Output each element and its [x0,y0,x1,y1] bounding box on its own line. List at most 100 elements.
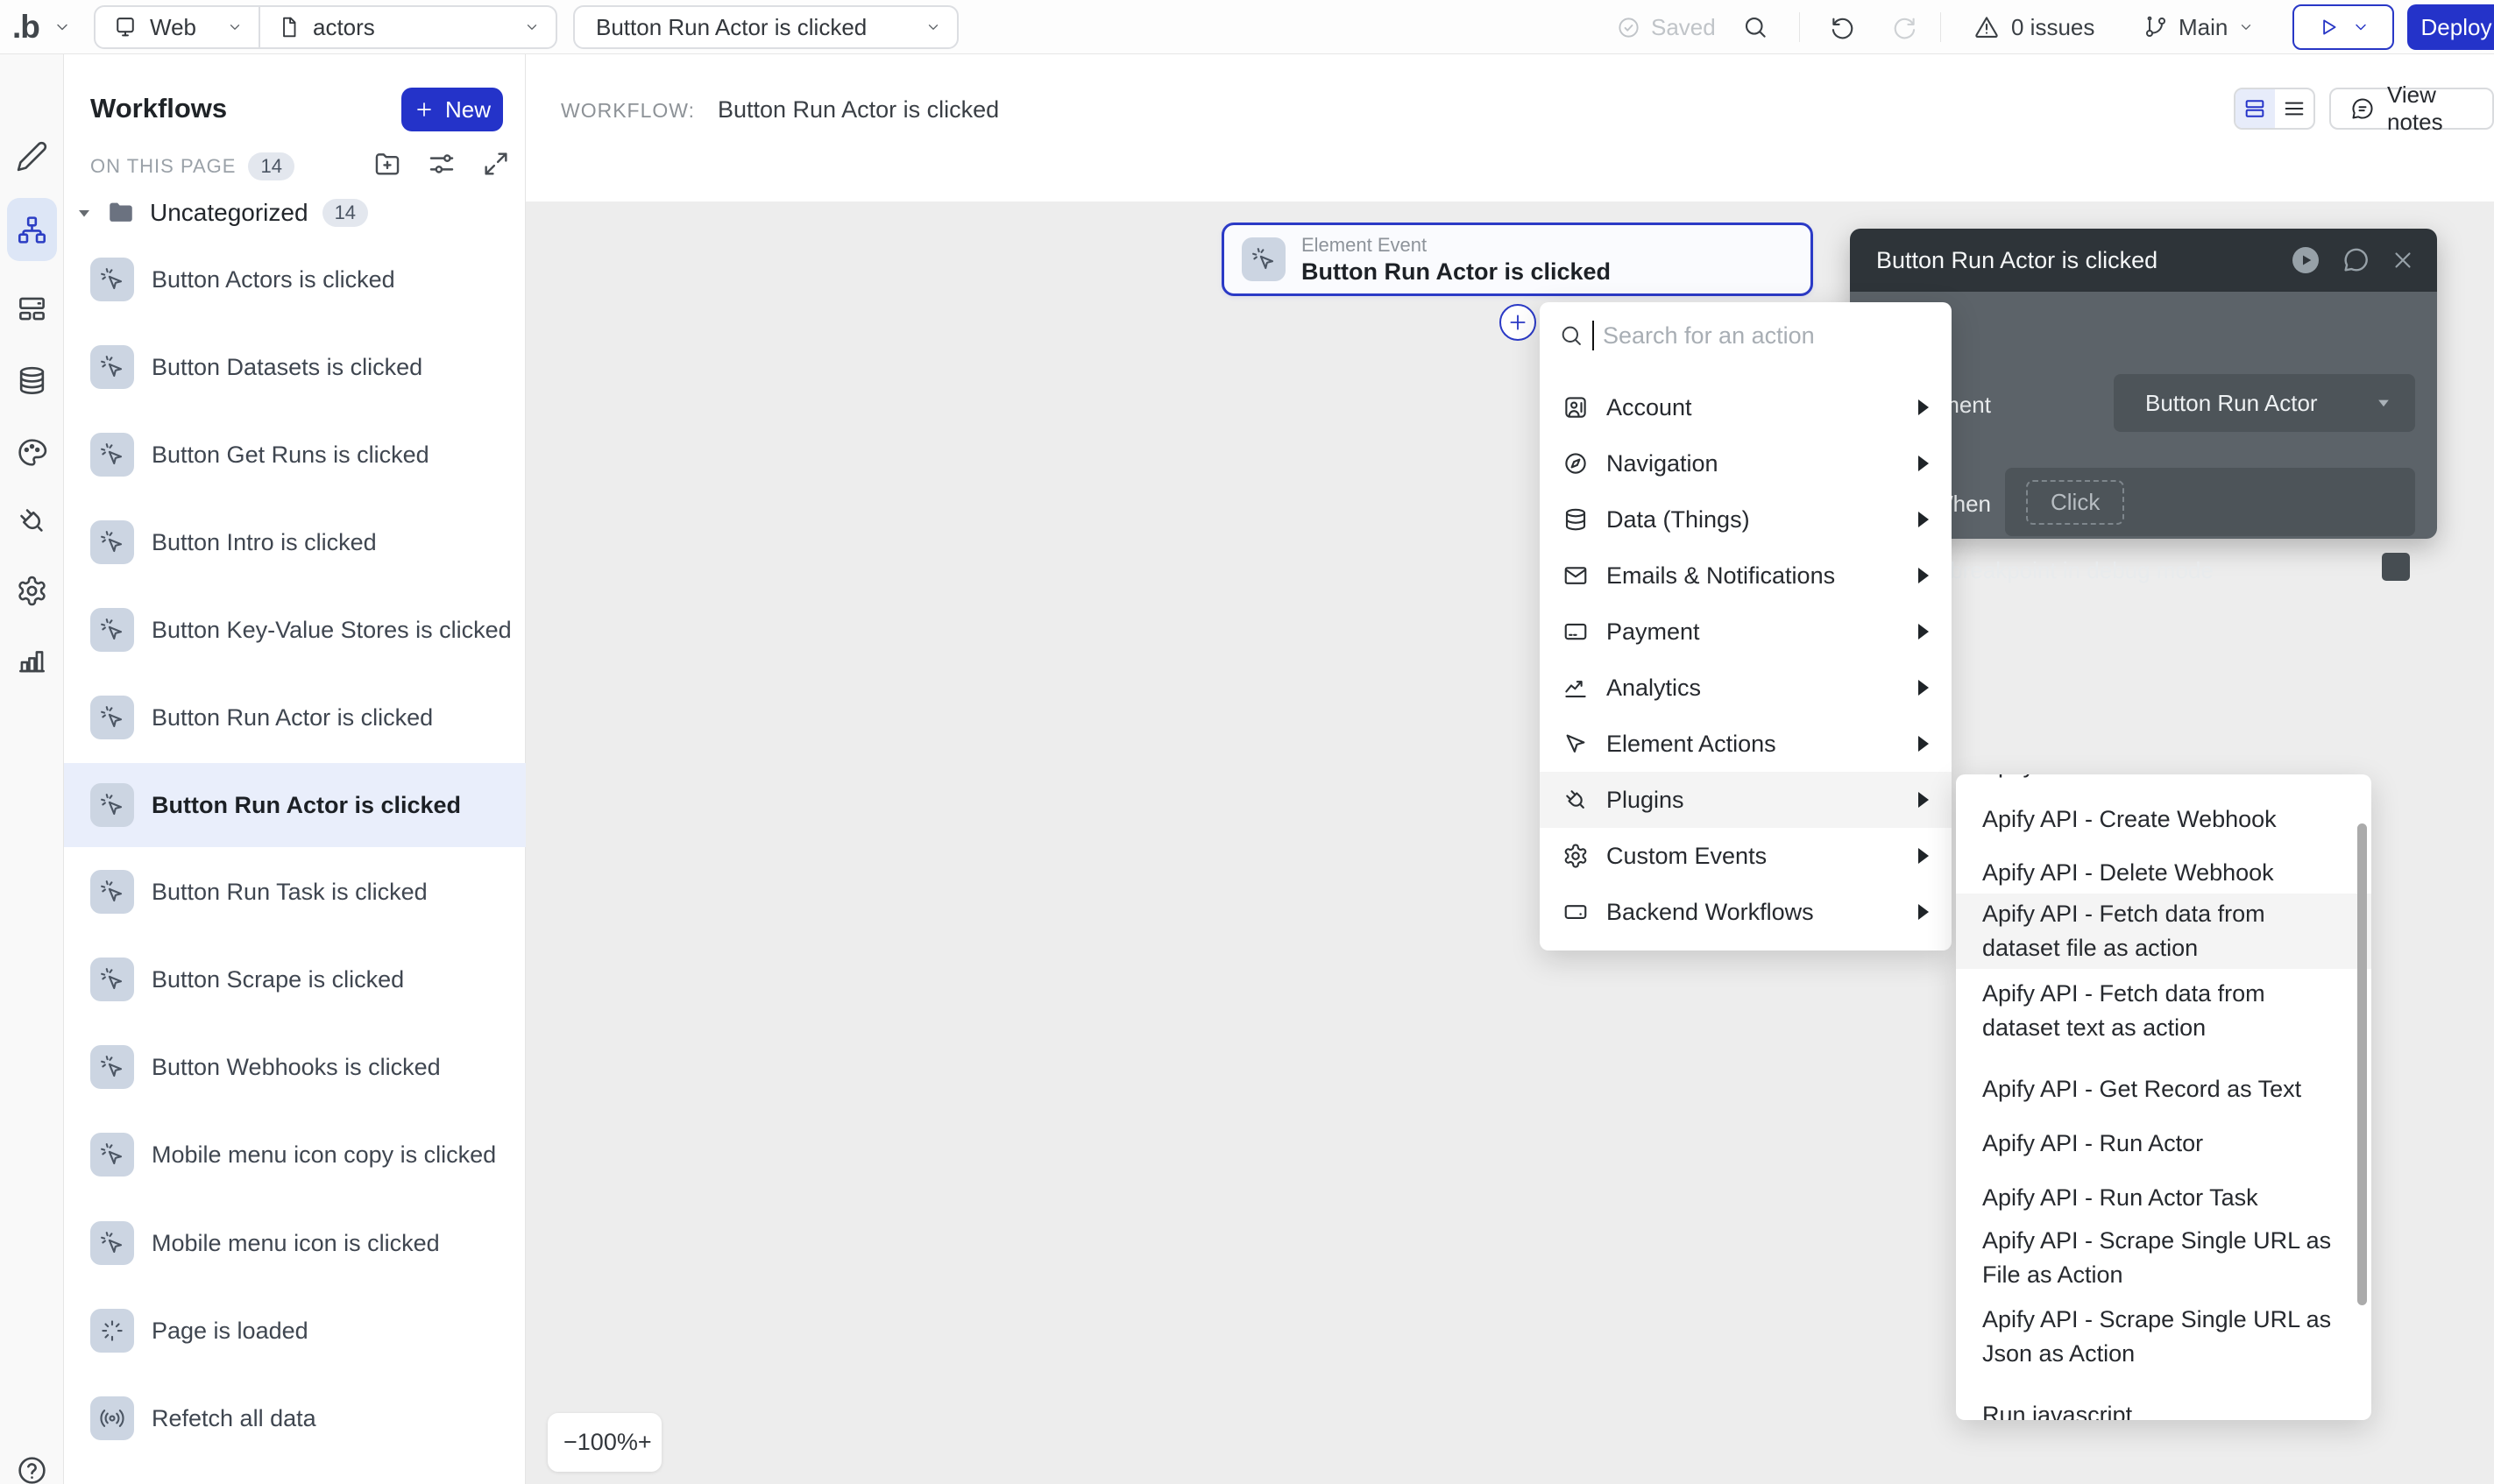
event-card[interactable]: Element Event Button Run Actor is clicke… [1222,223,1813,296]
workflow-list-item[interactable]: Button Actors is clicked [64,237,526,322]
zoom-out-button[interactable]: − [563,1429,577,1456]
platform-select[interactable]: Web [96,7,260,47]
close-icon[interactable] [2390,247,2416,273]
element-select[interactable]: Button Run Actor [2114,374,2415,432]
toolbar-divider [1799,12,1800,42]
workflow-list-item[interactable]: Button Datasets is clicked [64,325,526,409]
bubble-logo[interactable]: .b [12,9,39,46]
new-workflow-button[interactable]: New [401,88,503,131]
workflow-list-item[interactable]: Mobile menu icon copy is clicked [64,1113,526,1197]
category-plugins[interactable]: Plugins [1540,772,1952,828]
disclosure-triangle-icon[interactable] [76,205,92,221]
workflow-item-label: Button Run Task is clicked [152,879,428,906]
workflow-list-item[interactable]: Button Key-Value Stores is clicked [64,588,526,672]
category-navigation[interactable]: Navigation [1540,435,1952,491]
help-icon[interactable] [16,1454,48,1484]
workflow-list-item[interactable]: Page is loaded [64,1289,526,1373]
folder-uncategorized[interactable]: Uncategorized 14 [76,198,368,228]
workflow-list-item[interactable]: Button Get Runs is clicked [64,413,526,497]
issues-button[interactable]: 0 issues [1973,0,2094,54]
search-button[interactable] [1742,0,1768,54]
submenu-item-hovered[interactable]: Apify API - Fetch data from dataset file… [1956,894,2371,969]
plugins-plug-icon[interactable] [16,505,48,537]
layout-blocks-icon[interactable] [16,293,48,325]
cursor-click-icon [90,520,134,564]
preview-run-button[interactable] [2292,4,2394,50]
zoom-in-button[interactable]: + [638,1429,652,1456]
submenu-scrollbar[interactable] [2357,823,2367,1305]
category-backend-workflows[interactable]: Backend Workflows [1540,884,1952,940]
design-pencil-icon[interactable] [16,140,48,173]
deploy-button[interactable]: Deploy [2407,4,2494,50]
search-icon [1559,323,1584,348]
add-folder-icon[interactable] [372,149,402,179]
submenu-item[interactable]: Apify API - Create Webhook [1956,795,2371,843]
action-search-input[interactable]: Search for an action [1540,302,1952,369]
category-analytics[interactable]: Analytics [1540,660,1952,716]
submenu-arrow-icon [1918,399,1929,415]
add-action-button[interactable] [1499,304,1536,341]
on-this-page-count-badge: 14 [248,152,294,180]
comment-bubble-icon[interactable] [2341,245,2370,275]
settings-gear-icon[interactable] [16,575,48,607]
list-view-button[interactable] [2275,89,2314,128]
workflow-select-value: Button Run Actor is clicked [596,14,867,41]
submenu-item[interactable]: Apify API - Run Actor Task [1956,1174,2371,1221]
filter-sliders-icon[interactable] [427,149,457,179]
view-notes-label: View notes [2387,81,2473,136]
category-label: Account [1606,394,1692,421]
category-data-things[interactable]: Data (Things) [1540,491,1952,548]
submenu-item[interactable]: Apify API - Scrape Single URL as Json as… [1956,1299,2371,1374]
workflow-select[interactable]: Button Run Actor is clicked [573,5,959,49]
workflow-list-item[interactable]: Button Intro is clicked [64,500,526,584]
card-view-button[interactable] [2235,89,2275,128]
workflow-item-label: Button Run Actor is clicked [152,704,433,731]
category-label: Custom Events [1606,843,1767,870]
category-custom-events[interactable]: Custom Events [1540,828,1952,884]
workflow-list-item[interactable]: Mobile menu icon is clicked [64,1201,526,1285]
workflow-list-item[interactable]: Button Webhooks is clicked [64,1025,526,1109]
element-select-value: Button Run Actor [2145,390,2318,417]
breakpoint-checkbox[interactable] [2382,553,2410,581]
submenu-arrow-icon [1918,624,1929,640]
compass-icon [1562,450,1589,477]
submenu-item[interactable]: Apify API - Fetch data from dataset text… [1956,973,2371,1049]
workflow-list-item-selected[interactable]: Button Run Actor is clicked [64,763,526,847]
submenu-item[interactable]: Apify API - Delete Webhook [1956,849,2371,896]
submenu-arrow-icon [1918,736,1929,752]
run-play-circle-icon[interactable] [2290,244,2321,276]
submenu-item[interactable]: Apify API - Get Record as Text [1956,1065,2371,1113]
page-file-icon [278,16,301,39]
workflow-list-item[interactable]: Refetch all data [64,1376,526,1460]
expand-icon[interactable] [481,149,511,179]
workflow-list-item[interactable]: Button Scrape is clicked [64,937,526,1021]
submenu-item[interactable]: Apify API - Scrape Single URL as File as… [1956,1220,2371,1296]
workflow-list-item[interactable]: Button Run Task is clicked [64,850,526,934]
property-panel-header[interactable]: Button Run Actor is clicked [1850,229,2437,292]
database-icon[interactable] [16,364,48,397]
category-element-actions[interactable]: Element Actions [1540,716,1952,772]
submenu-item[interactable]: Apify API - Run Actor [1956,1120,2371,1167]
workflow-list-item[interactable]: Button Run Actor is clicked [64,675,526,760]
styles-palette-icon[interactable] [16,436,48,469]
when-value-chip[interactable]: Click [2026,480,2124,525]
workflow-tree-icon[interactable] [16,214,48,246]
event-type-label: Element Event [1301,234,1611,257]
submenu-item[interactable]: Run javascript [1956,1391,2371,1420]
category-payment[interactable]: Payment [1540,604,1952,660]
page-select[interactable]: actors [260,7,556,47]
on-this-page-label: ON THIS PAGE [90,155,236,178]
category-account[interactable]: Account [1540,379,1952,435]
undo-button[interactable] [1830,0,1856,54]
logs-chart-icon[interactable] [16,645,48,677]
folder-icon [106,198,136,228]
when-field[interactable]: Click [2005,468,2415,536]
preview-chevron-down-icon[interactable] [2352,18,2370,36]
branch-selector[interactable]: Main [2143,0,2254,54]
view-notes-button[interactable]: View notes [2329,88,2494,130]
cursor-click-icon [90,433,134,477]
logo-chevron-down-icon[interactable] [53,18,71,36]
redo-button[interactable] [1891,0,1917,54]
category-emails-notifications[interactable]: Emails & Notifications [1540,548,1952,604]
cursor-click-icon [90,1045,134,1089]
